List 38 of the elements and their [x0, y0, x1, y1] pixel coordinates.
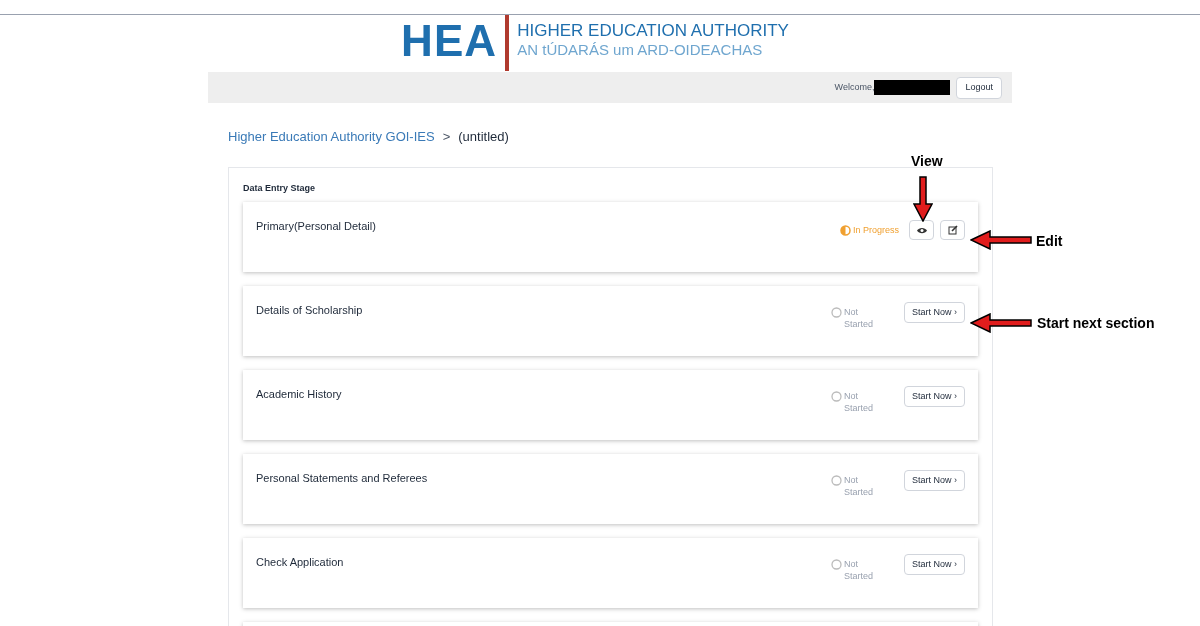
logo-mark: HEA — [401, 19, 498, 63]
annotation-label: View — [911, 152, 943, 171]
stage-title: Data Entry Stage — [243, 181, 317, 195]
logo-subtitle: AN tÚDARÁS um ARD-OIDEACHAS — [517, 41, 764, 59]
section-title: Primary(Personal Detail) — [256, 219, 376, 234]
arrow-icon — [970, 313, 1032, 333]
eye-icon — [916, 226, 927, 234]
status-text: Not Started — [844, 474, 874, 498]
start-now-button[interactable]: Start Now › — [904, 386, 965, 407]
breadcrumb-separator: > — [442, 128, 451, 146]
status-text: Not Started — [844, 306, 874, 330]
section-title: Academic History — [256, 387, 342, 402]
edit-button[interactable] — [940, 220, 965, 240]
start-now-button[interactable]: Start Now › — [904, 302, 965, 323]
status-text: Not Started — [844, 558, 874, 582]
edit-icon — [947, 225, 958, 235]
logout-button[interactable]: Logout — [956, 76, 1002, 99]
view-button[interactable] — [909, 220, 934, 240]
logo-title: HIGHER EDUCATION AUTHORITY — [517, 21, 789, 41]
breadcrumb-current: (untitled) — [458, 128, 509, 146]
welcome-text: Welcome, — [834, 80, 875, 94]
start-now-button[interactable]: Start Now › — [904, 470, 965, 491]
section-title: Details of Scholarship — [256, 303, 363, 318]
empty-circle-icon — [831, 475, 842, 486]
section-title: Check Application — [256, 555, 344, 570]
arrow-icon — [970, 230, 1032, 250]
empty-circle-icon — [831, 391, 842, 402]
arrow-icon — [913, 176, 933, 222]
half-circle-icon — [839, 225, 851, 237]
breadcrumb-link[interactable]: Higher Education Authority GOI-IES — [228, 127, 435, 147]
empty-circle-icon — [831, 307, 842, 318]
annotation-label: Edit — [1036, 232, 1063, 251]
empty-circle-icon — [831, 559, 842, 570]
start-now-button[interactable]: Start Now › — [904, 554, 965, 575]
section-title: Personal Statements and Referees — [256, 471, 428, 486]
status-text: Not Started — [844, 390, 874, 414]
annotation-label: Start next section — [1037, 314, 1155, 333]
status-text: In Progress — [852, 224, 899, 237]
